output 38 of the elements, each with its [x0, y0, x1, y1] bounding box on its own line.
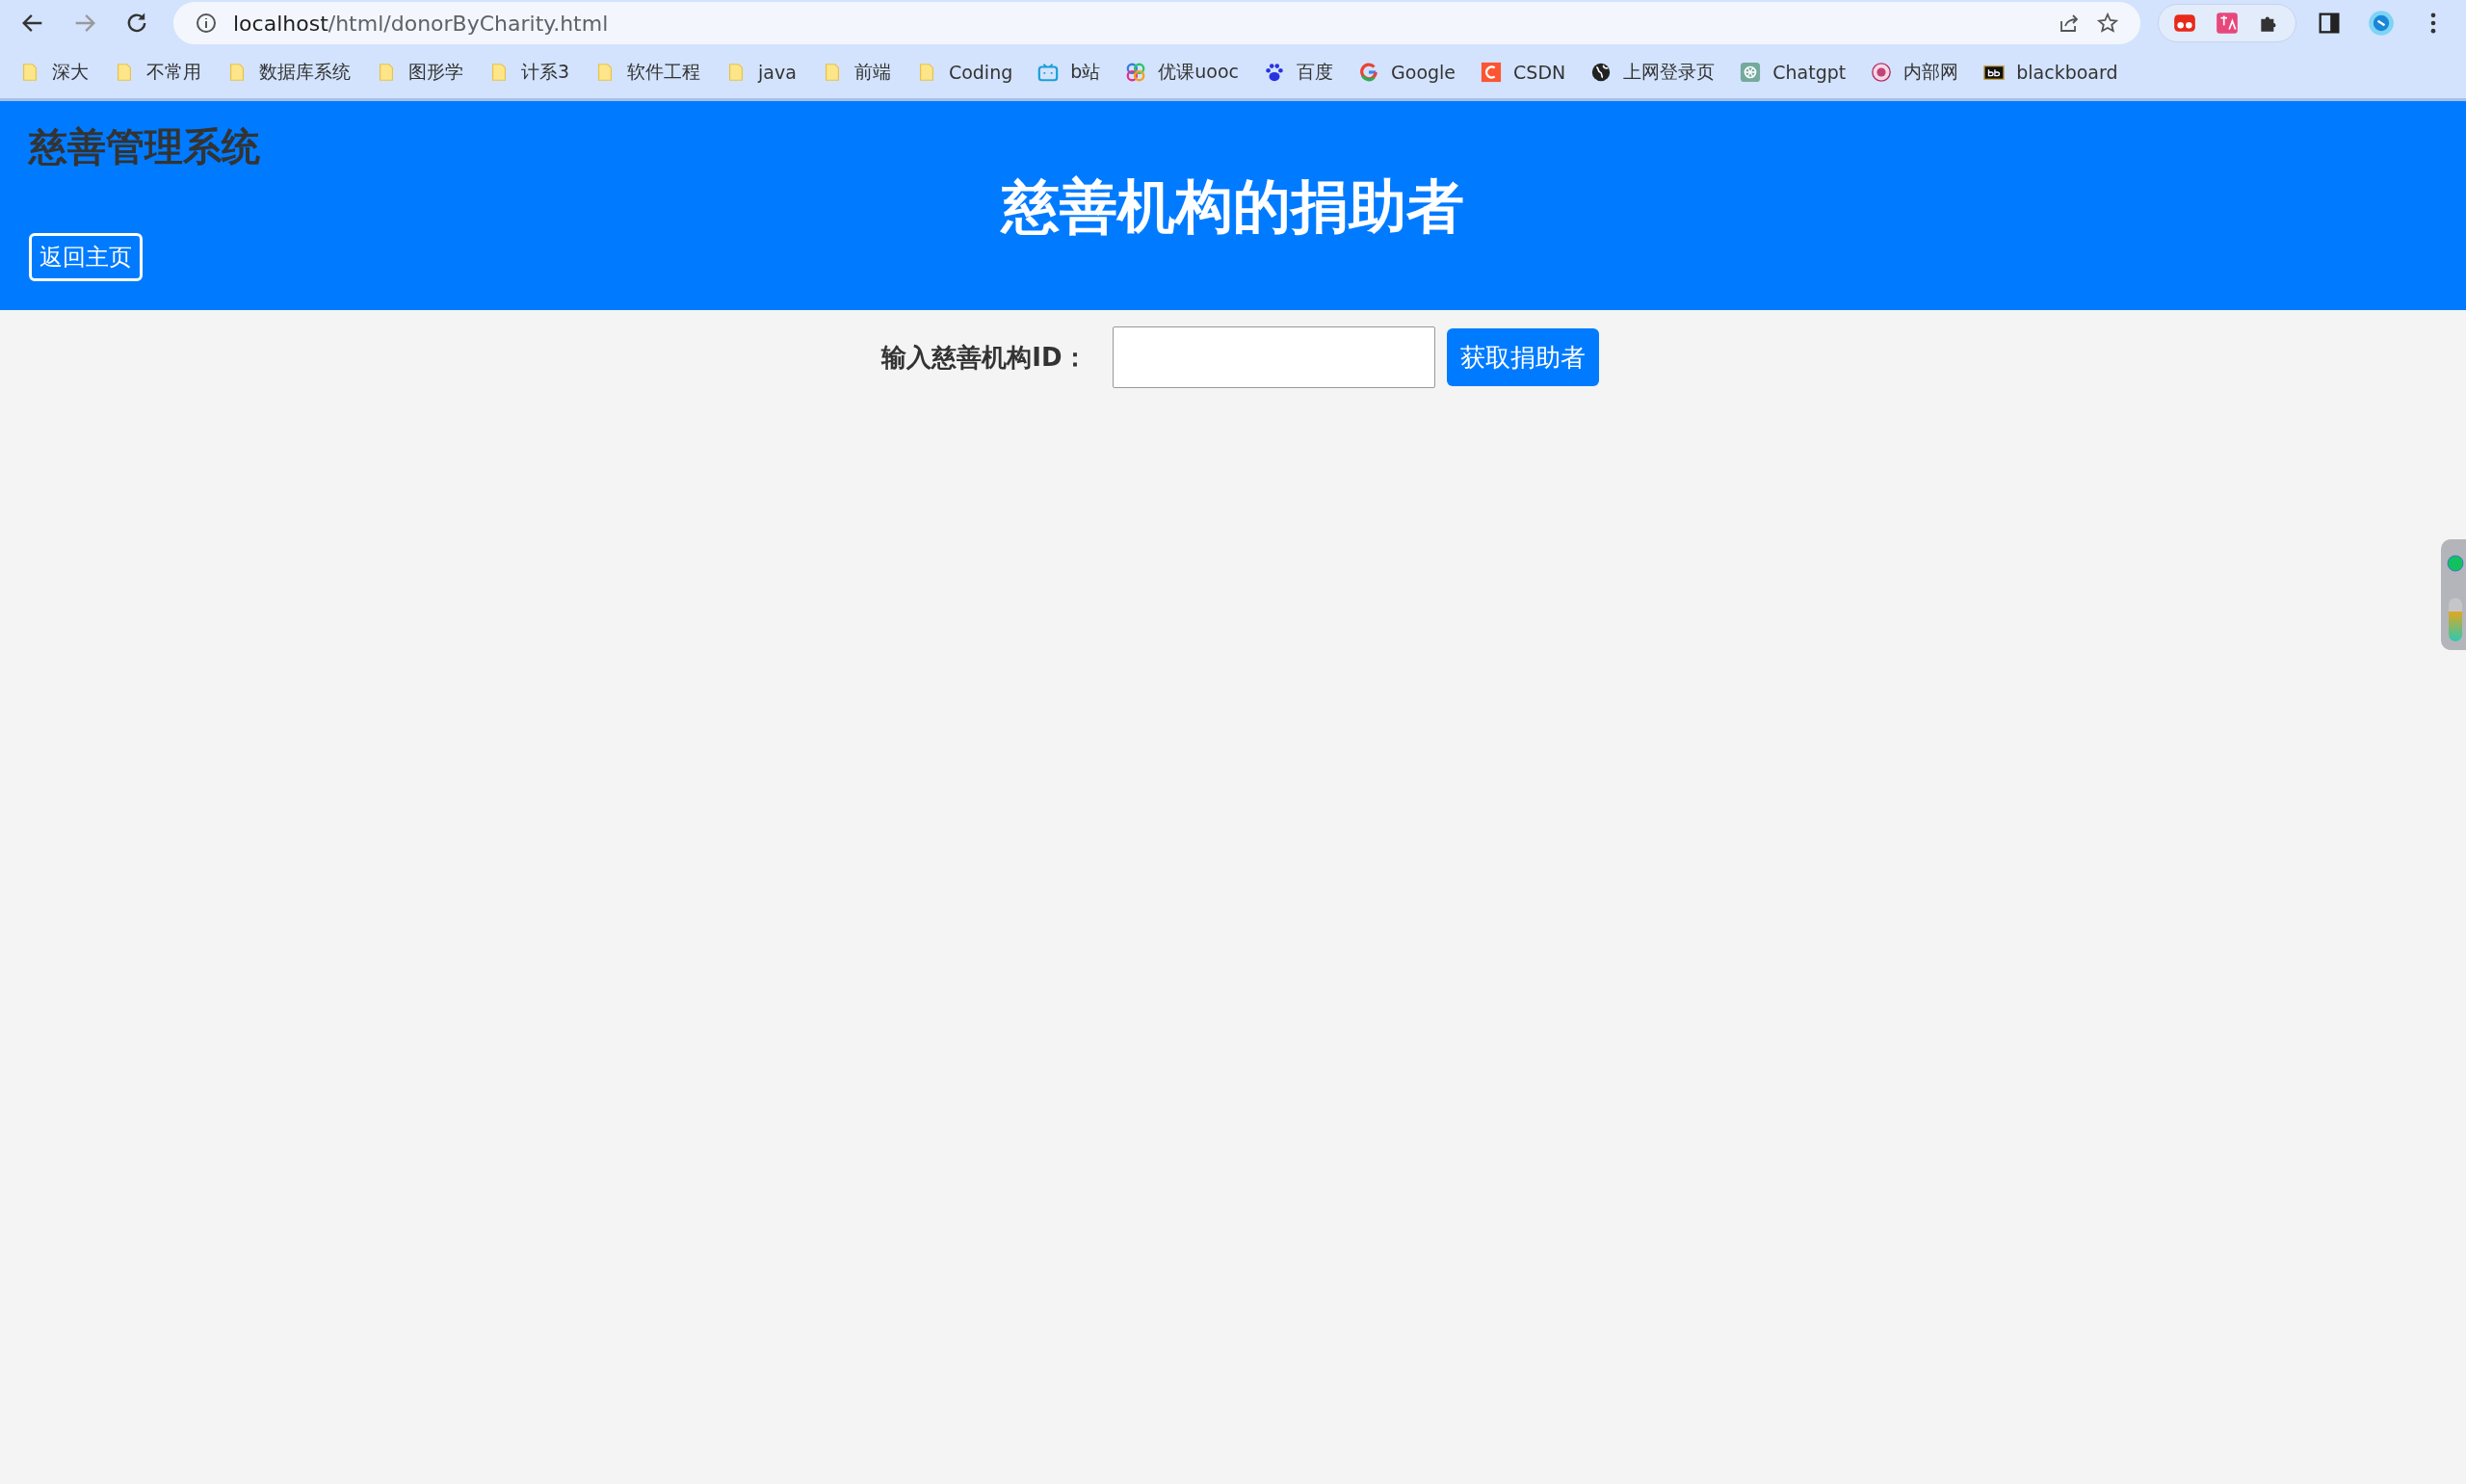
translate-icon[interactable]: [2215, 11, 2240, 36]
bookmark-item[interactable]: 百度: [1264, 60, 1334, 85]
bookmark-item[interactable]: 深大: [19, 60, 89, 85]
bookmark-item[interactable]: 软件工程: [594, 60, 701, 85]
c-logo-icon: [1481, 62, 1503, 83]
g-logo-icon: [1358, 62, 1380, 83]
charity-id-input[interactable]: [1112, 326, 1435, 388]
bookmark-item[interactable]: 图形学: [376, 60, 463, 85]
bookmark-item[interactable]: 数据库系统: [226, 60, 351, 85]
address-bar[interactable]: localhost/html/donorByCharity.html: [173, 2, 2140, 44]
bookmark-item[interactable]: blackboard: [1983, 62, 2118, 83]
bookmark-item[interactable]: Google: [1358, 62, 1456, 83]
bookmark-item[interactable]: 不常用: [114, 60, 201, 85]
bookmark-item[interactable]: Coding: [915, 62, 1013, 83]
bookmark-item[interactable]: 内部网: [1871, 60, 1959, 85]
page-heading: 慈善机构的捐助者: [1002, 171, 1464, 242]
globe-icon: [1590, 62, 1613, 83]
tv-icon: [1037, 62, 1060, 83]
bookmark-item[interactable]: 上网登录页: [1590, 60, 1716, 85]
star-icon[interactable]: [2096, 12, 2119, 35]
bookmark-item[interactable]: b站: [1037, 60, 1101, 85]
bookmark-item[interactable]: 前端: [821, 60, 891, 85]
charity-id-label: 输入慈善机构ID：: [881, 341, 1088, 374]
seal-icon: [1871, 62, 1893, 83]
bookmark-item[interactable]: java: [725, 62, 797, 83]
profile-avatar-icon[interactable]: [2368, 10, 2395, 37]
site-title: 慈善管理系统: [29, 123, 260, 170]
paw-icon: [1264, 62, 1286, 83]
share-icon[interactable]: [2058, 12, 2081, 35]
rings-icon: [1125, 62, 1147, 83]
knot-logo-icon: [1740, 62, 1762, 83]
info-icon: [195, 12, 218, 35]
get-donors-button[interactable]: 获取捐助者: [1446, 328, 1599, 386]
bookmark-item[interactable]: 优课uooc: [1125, 60, 1240, 85]
bookmark-item[interactable]: 计系3: [488, 60, 570, 85]
back-home-button[interactable]: 返回主页: [29, 233, 143, 281]
bookmark-item[interactable]: Chatgpt: [1740, 62, 1847, 83]
bookmark-item[interactable]: CSDN: [1481, 62, 1566, 83]
